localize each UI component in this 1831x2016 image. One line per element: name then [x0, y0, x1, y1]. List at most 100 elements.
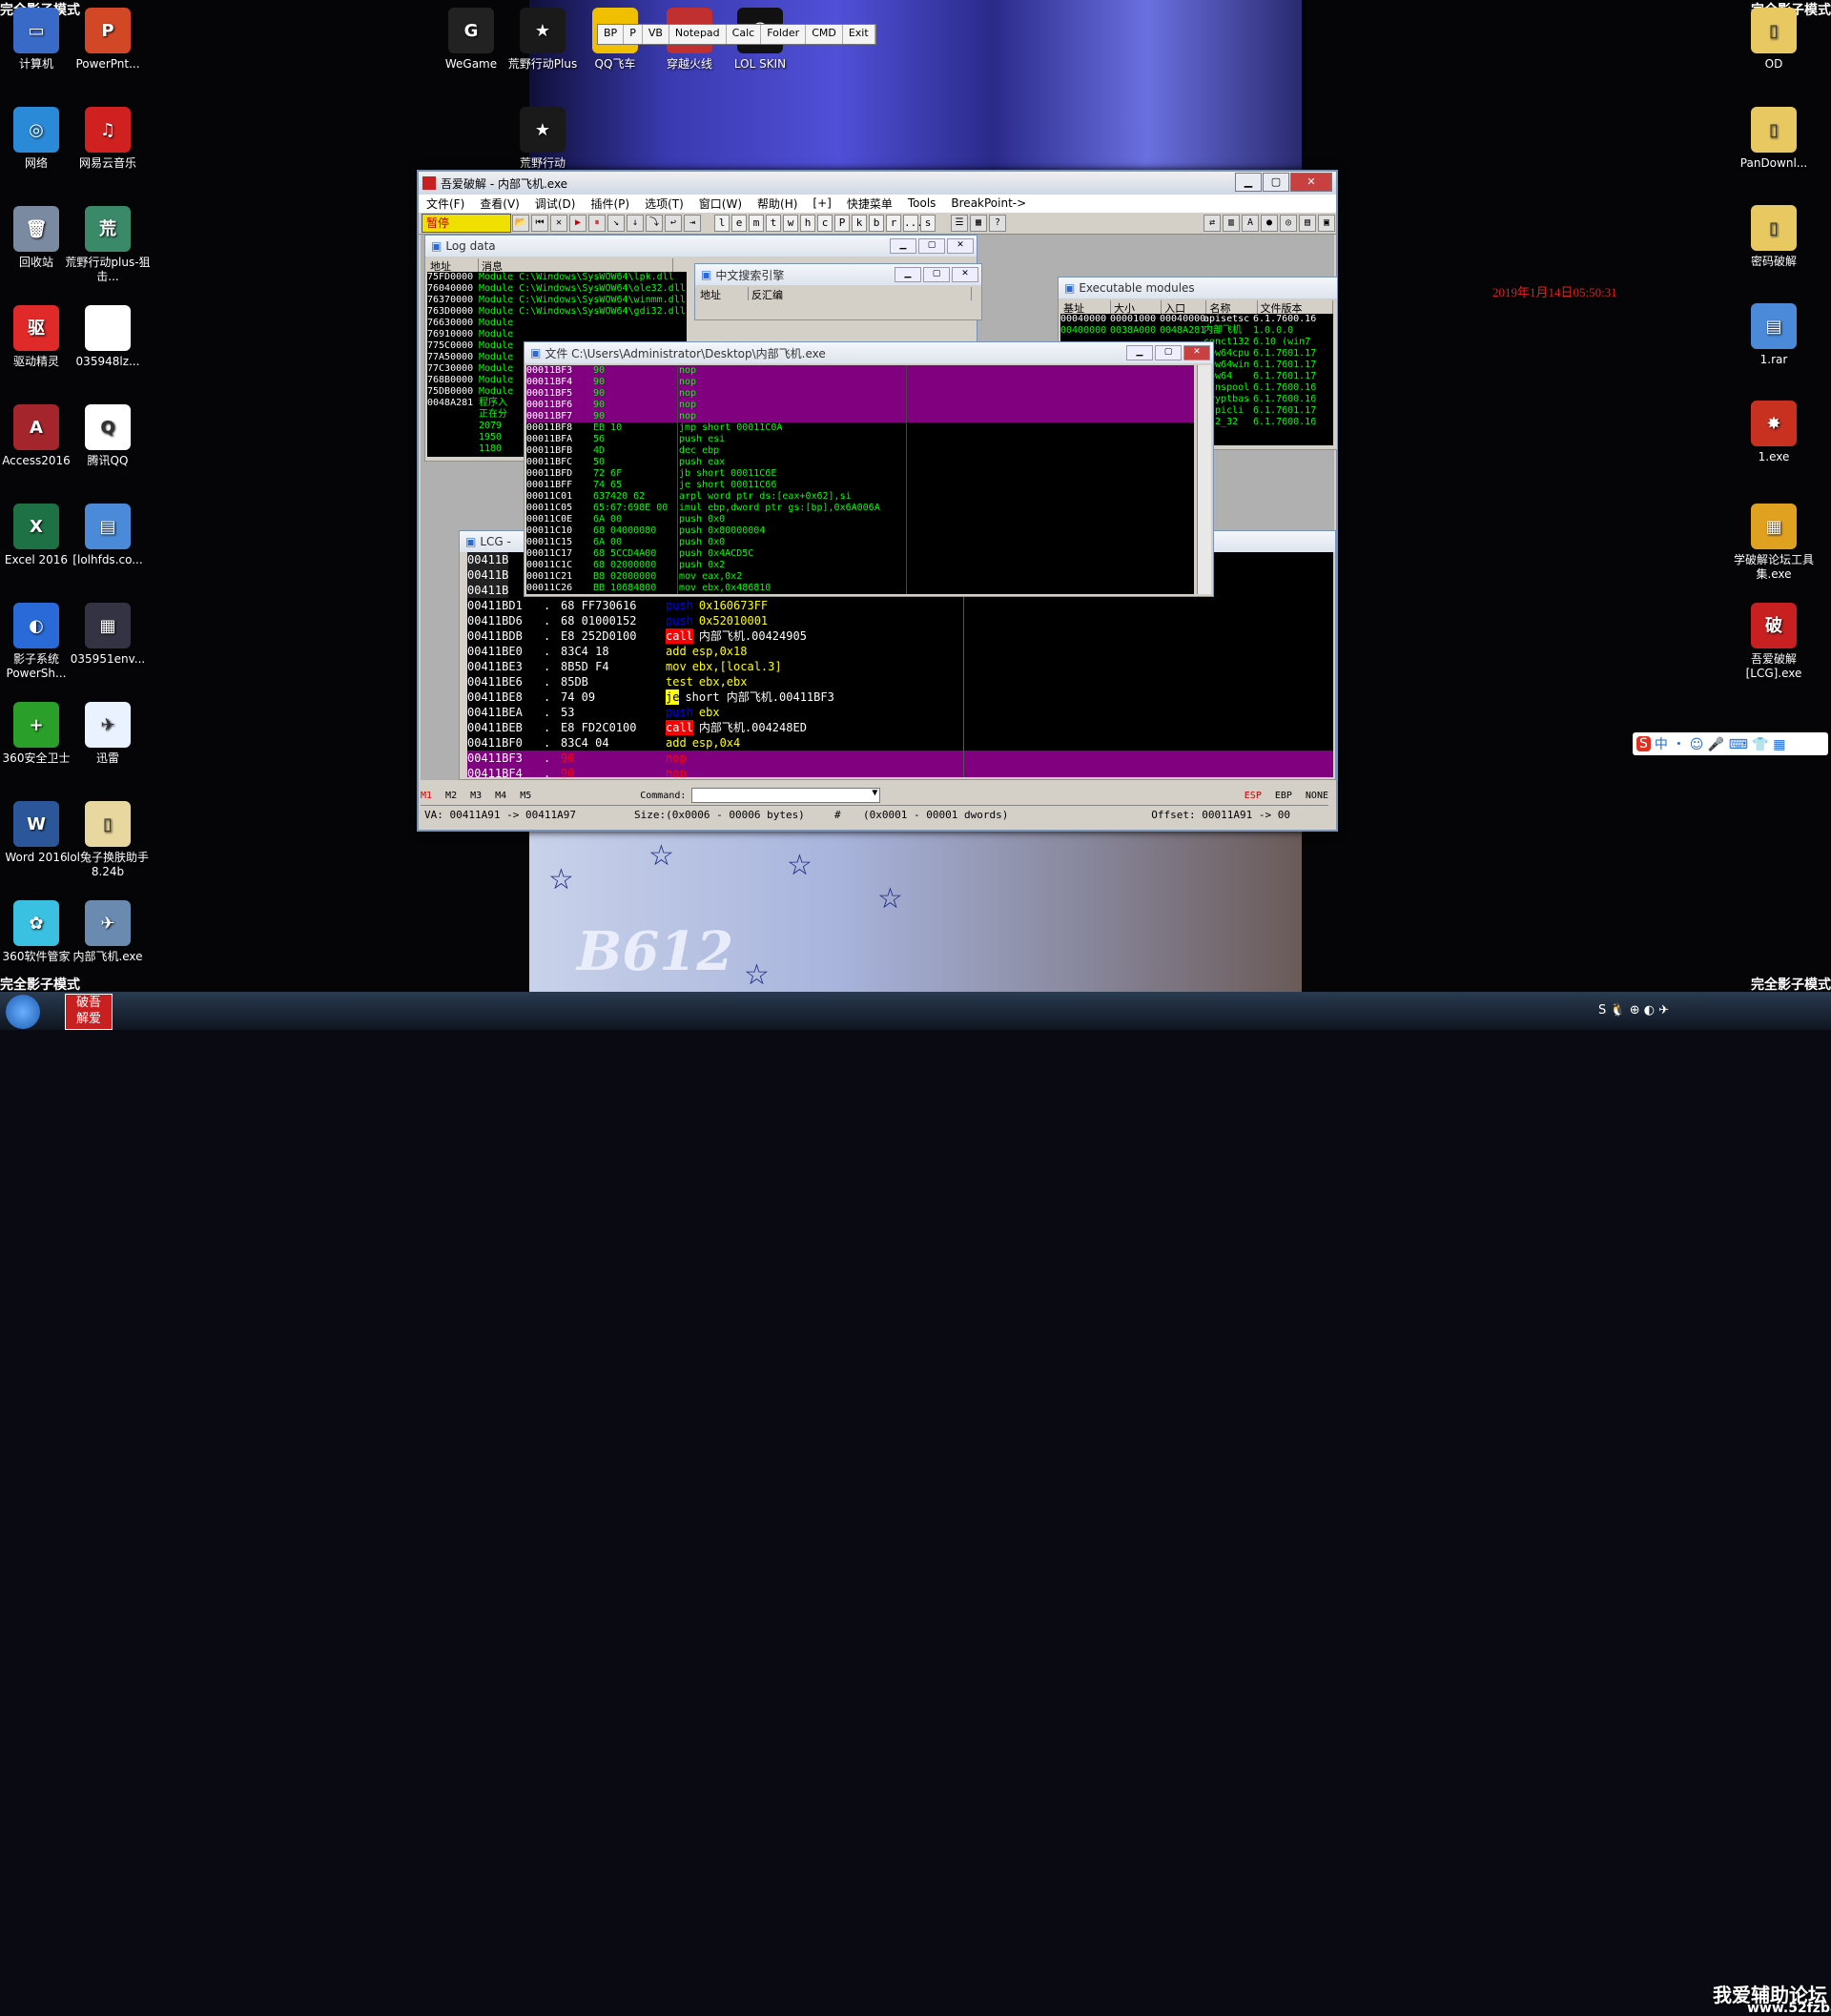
disasm-row[interactable]: 00011BF3 90 nop: [526, 365, 1194, 377]
toolbar-icon[interactable]: ↓: [627, 215, 644, 232]
command-input[interactable]: ▼: [691, 788, 881, 803]
desktop-icon[interactable]: 035948lz...: [65, 305, 151, 369]
menu-item[interactable]: 帮助(H): [750, 195, 805, 212]
disasm-row[interactable]: 00411BD1. 68 FF730616 push 0x160673FF: [467, 598, 1333, 613]
disasm-row[interactable]: 00011C05 65:67:698E 00 imul ebp,dword ptr …: [526, 503, 1194, 514]
disasm-row[interactable]: 00011BF6 90 nop: [526, 400, 1194, 411]
toolbar-letter-button[interactable]: ...: [903, 215, 923, 232]
disasm-row[interactable]: 00011C01 637420 62 arpl word ptr ds:[eax+0…: [526, 491, 1194, 503]
desktop-icon[interactable]: ▯ OD: [1731, 8, 1817, 72]
toolbar-letter-button[interactable]: s: [920, 215, 936, 232]
desktop-icon[interactable]: ✸ 1.exe: [1731, 401, 1817, 464]
toolbar-icon[interactable]: ☰: [951, 215, 968, 232]
disasm-row[interactable]: 00411BF0. 83C4 04 add esp,0x4: [467, 735, 1333, 751]
ime-toolbar[interactable]: S 中 ・ ☺ 🎤 ⌨ 👕 ▦: [1633, 732, 1828, 755]
menu-item[interactable]: BreakPoint->: [943, 196, 1034, 210]
maximize-button[interactable]: ▢: [1155, 345, 1182, 360]
disasm-row[interactable]: 00411BF4. 90 nop: [467, 766, 1333, 777]
toolbar-icon[interactable]: 📂: [512, 215, 529, 232]
memory-tab[interactable]: M4: [495, 791, 506, 801]
minimize-button[interactable]: ▁: [890, 238, 916, 254]
toolbar-icon[interactable]: ⤵: [646, 215, 663, 232]
disasm-row[interactable]: 00011BF8 EB 10 jmp short 00011C0A: [526, 422, 1194, 434]
desktop-icon[interactable]: ▤ [lolhfds.co...: [65, 504, 151, 567]
disasm-row[interactable]: 00411BE6. 85DB test ebx,ebx: [467, 674, 1333, 689]
minimize-button[interactable]: ▁: [1235, 173, 1262, 192]
file-window[interactable]: ▣ 文件 C:\Users\Administrator\Desktop\内部飞机.…: [524, 341, 1214, 597]
module-row[interactable]: 00400000 0038A000 0048A281 内部飞机 1.0.0.0: [1060, 325, 1333, 337]
menu-item[interactable]: 插件(P): [583, 195, 637, 212]
desktop-icon[interactable]: ✈ 内部飞机.exe: [65, 900, 151, 964]
menu-item[interactable]: 选项(T): [637, 195, 691, 212]
chevron-down-icon[interactable]: ▼: [872, 788, 877, 798]
disasm-row[interactable]: 00011BF4 90 nop: [526, 377, 1194, 388]
quick-launch-button[interactable]: Calc: [726, 25, 762, 44]
toolbar-letter-button[interactable]: t: [766, 215, 781, 232]
disasm-row[interactable]: 00011BF5 90 nop: [526, 388, 1194, 400]
menu-item[interactable]: 查看(V): [472, 195, 527, 212]
menu-item[interactable]: 文件(F): [419, 195, 472, 212]
disasm-row[interactable]: 00011BFB 4D dec ebp: [526, 445, 1194, 457]
maximize-button[interactable]: ▢: [923, 267, 950, 282]
toolbar-icon[interactable]: ↘: [607, 215, 625, 232]
register-button[interactable]: EBP: [1275, 791, 1292, 801]
column-header[interactable]: 入口: [1162, 300, 1207, 315]
log-row[interactable]: 763D0000 Module C:\Windows\SysWOW64\gdi32…: [427, 306, 687, 318]
log-row[interactable]: 75FD0000 Module C:\Windows\SysWOW64\lpk.d…: [427, 272, 687, 283]
memory-tab[interactable]: M2: [445, 791, 457, 801]
column-header[interactable]: 名称: [1206, 300, 1258, 315]
desktop-icon[interactable]: Q 腾讯QQ: [65, 404, 151, 468]
quick-launch-button[interactable]: P: [624, 25, 643, 44]
log-row[interactable]: 76370000 Module C:\Windows\SysWOW64\winmm…: [427, 295, 687, 306]
tray-icons[interactable]: S 🐧 ⊕ ◐ ✈: [1598, 1003, 1669, 1018]
toolbar-letter-button[interactable]: e: [731, 215, 747, 232]
debugger-window[interactable]: 吾爱破解 - 内部飞机.exe ▁ ▢ ✕ 文件(F) 查看(V) 调试(D) 插件(…: [417, 170, 1338, 832]
toolbar-icon[interactable]: ↩: [665, 215, 682, 232]
disasm-row[interactable]: 00011C17 68 5CCD4A00 push 0x4ACD5C: [526, 548, 1194, 560]
disasm-row[interactable]: 00011C10 68 04000080 push 0x80000004: [526, 525, 1194, 537]
disasm-row[interactable]: 00011C0E 6A 00 push 0x0: [526, 514, 1194, 525]
toolbar-icon[interactable]: ●: [1261, 215, 1278, 232]
disasm-row[interactable]: 00411BD6. 68 01000152 push 0x52010001: [467, 613, 1333, 628]
disasm-row[interactable]: 00011C26 BB 10684800 mov ebx,0x486810: [526, 583, 1194, 594]
disasm-row[interactable]: 00411BE8. 74 09 je short 内部飞机.00411BF3: [467, 689, 1333, 705]
minimize-button[interactable]: ▁: [895, 267, 921, 282]
disasm-row[interactable]: 00011BF7 90 nop: [526, 411, 1194, 422]
quick-launch-button[interactable]: BP: [598, 25, 625, 44]
minimize-button[interactable]: ▁: [1126, 345, 1153, 360]
log-row[interactable]: 76630000 Module: [427, 318, 687, 329]
disasm-row[interactable]: 00011C15 6A 00 push 0x0: [526, 537, 1194, 548]
column-header[interactable]: 基址: [1060, 300, 1112, 315]
toolbar-icon[interactable]: ✕: [550, 215, 567, 232]
disasm-row[interactable]: 00411BDB. E8 252D0100 call 内部飞机.00424905: [467, 628, 1333, 644]
desktop-icon[interactable]: ▯ PanDownl...: [1731, 107, 1817, 171]
maximize-button[interactable]: ▢: [918, 238, 945, 254]
disasm-row[interactable]: 00411BEA. 53 push ebx: [467, 705, 1333, 720]
menu-item[interactable]: 调试(D): [527, 195, 584, 212]
disasm-row[interactable]: 00411BE3. 8B5D F4 mov ebx,[local.3]: [467, 659, 1333, 674]
disasm-row[interactable]: 00011C21 B8 02000000 mov eax,0x2: [526, 571, 1194, 583]
desktop-icon[interactable]: ★ 荒野行动: [500, 107, 586, 171]
disasm-row[interactable]: 00011BFF 74 65 je short 00011C66: [526, 480, 1194, 491]
toolbar-icon[interactable]: ⏸: [588, 215, 606, 232]
search-window[interactable]: ▣ 中文搜索引擎 ▁ ▢ ✕ 地址 反汇编: [694, 263, 982, 320]
scrollbar[interactable]: [1197, 365, 1211, 594]
register-button[interactable]: NONE: [1306, 791, 1328, 801]
toolbar-letter-button[interactable]: r: [886, 215, 901, 232]
log-row[interactable]: 76040000 Module C:\Windows\SysWOW64\ole32…: [427, 283, 687, 295]
toolbar-icon[interactable]: ⏮: [531, 215, 548, 232]
toolbar-icon[interactable]: ▥: [1223, 215, 1240, 232]
disasm-row[interactable]: 00011BFD 72 6F jb short 00011C6E: [526, 468, 1194, 480]
desktop-icon[interactable]: ▤ 1.rar: [1731, 303, 1817, 367]
disasm-row[interactable]: 00011C1C 68 02000000 push 0x2: [526, 560, 1194, 571]
memory-tab[interactable]: M5: [520, 791, 531, 801]
toolbar-letter-button[interactable]: c: [817, 215, 833, 232]
desktop-icon[interactable]: ▯ lol兔子换肤助手8.24b: [65, 801, 151, 879]
close-button[interactable]: ✕: [1183, 345, 1210, 360]
toolbar-icon[interactable]: ▣: [1318, 215, 1335, 232]
quick-launch-button[interactable]: Folder: [761, 25, 807, 44]
memory-tab[interactable]: M1: [421, 791, 432, 801]
quick-launch-button[interactable]: Exit: [842, 25, 875, 44]
sogou-icon[interactable]: S: [1636, 736, 1651, 751]
toolbar-letter-button[interactable]: b: [869, 215, 884, 232]
